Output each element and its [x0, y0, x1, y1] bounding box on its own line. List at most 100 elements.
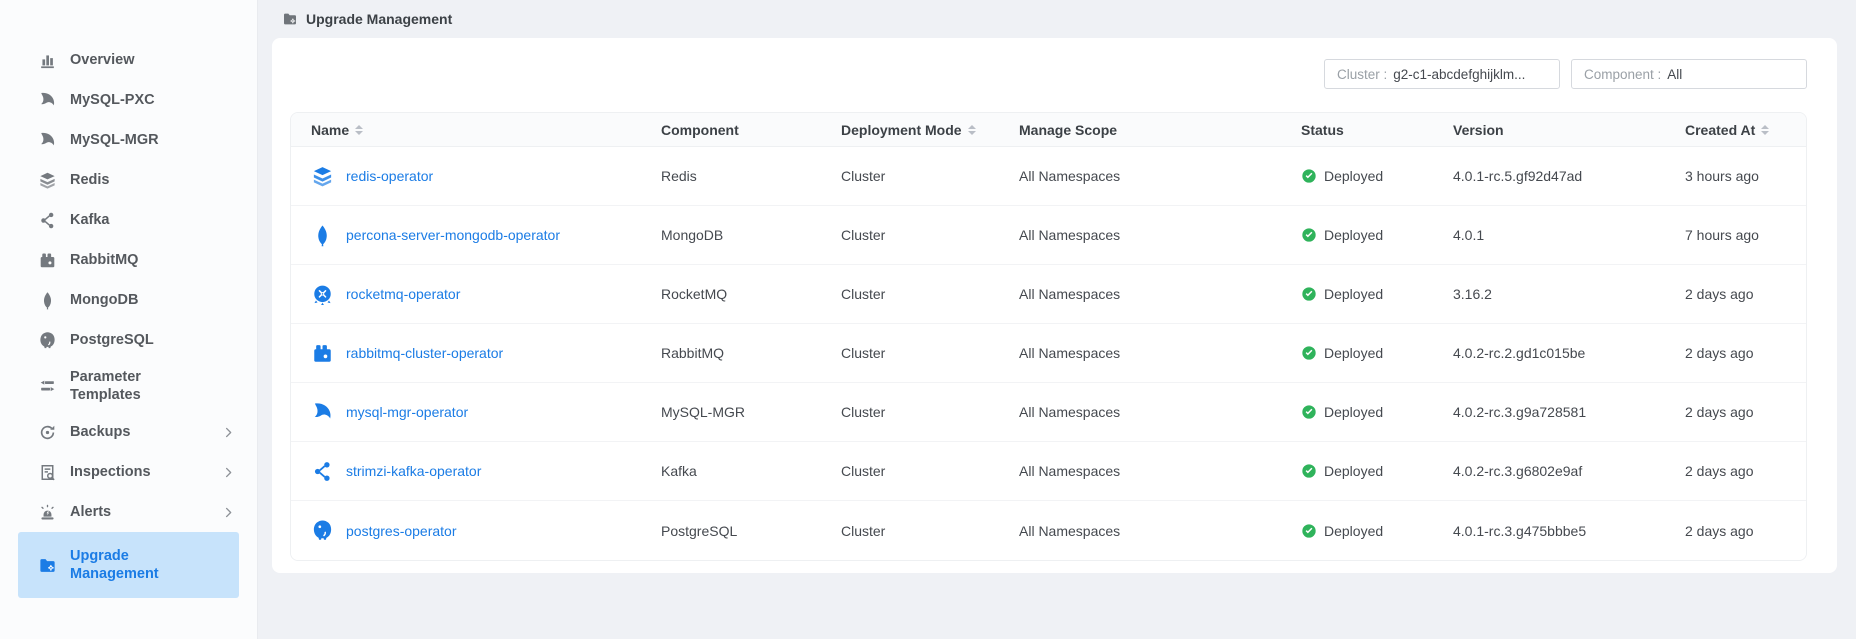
deployed-status-icon — [1301, 463, 1317, 479]
rabbitmq-icon — [311, 342, 334, 365]
component-select-label: Component : — [1584, 67, 1661, 82]
column-header-deployment-mode[interactable]: Deployment Mode — [841, 122, 1019, 138]
sort-icon[interactable] — [968, 125, 976, 135]
sidebar-item-parameter-templates[interactable]: Parameter Templates — [18, 360, 239, 412]
sidebar-item-backups[interactable]: Backups — [18, 412, 239, 452]
deployed-status-icon — [1301, 345, 1317, 361]
status-cell: Deployed — [1301, 404, 1453, 420]
operator-link[interactable]: mysql-mgr-operator — [346, 404, 468, 420]
operator-link[interactable]: redis-operator — [346, 168, 433, 184]
deployed-status-icon — [1301, 404, 1317, 420]
column-header-component: Component — [661, 122, 841, 138]
sidebar-item-label: MySQL-PXC — [70, 91, 155, 109]
manage-scope-cell: All Namespaces — [1019, 168, 1301, 184]
parameter-templates-icon — [38, 377, 57, 396]
sort-icon[interactable] — [1761, 125, 1769, 135]
created-at-cell: 7 hours ago — [1685, 227, 1806, 243]
mongodb-leaf-icon — [311, 224, 334, 247]
version-cell: 4.0.1 — [1453, 227, 1685, 243]
alerts-siren-icon — [38, 503, 57, 522]
operator-link[interactable]: postgres-operator — [346, 523, 457, 539]
rabbitmq-icon — [38, 251, 57, 270]
manage-scope-cell: All Namespaces — [1019, 227, 1301, 243]
manage-scope-cell: All Namespaces — [1019, 286, 1301, 302]
sidebar-item-alerts[interactable]: Alerts — [18, 492, 239, 532]
created-at-cell: 2 days ago — [1685, 463, 1806, 479]
sidebar-item-label: Overview — [70, 51, 135, 69]
deployment-mode-cell: Cluster — [841, 286, 1019, 302]
sidebar-item-rabbitmq[interactable]: RabbitMQ — [18, 240, 239, 280]
column-header-created-at[interactable]: Created At — [1685, 122, 1806, 138]
status-cell: Deployed — [1301, 523, 1453, 539]
deployment-mode-cell: Cluster — [841, 345, 1019, 361]
operator-link[interactable]: strimzi-kafka-operator — [346, 463, 481, 479]
postgresql-elephant-icon — [311, 519, 334, 542]
deployment-mode-cell: Cluster — [841, 227, 1019, 243]
manage-scope-cell: All Namespaces — [1019, 404, 1301, 420]
breadcrumb-label: Upgrade Management — [306, 11, 452, 27]
status-label: Deployed — [1324, 404, 1383, 420]
table-header-row: Name Component Deployment Mode Manage Sc… — [291, 113, 1806, 147]
created-at-cell: 2 days ago — [1685, 404, 1806, 420]
sidebar-item-label: PostgreSQL — [70, 331, 154, 349]
deployment-mode-cell: Cluster — [841, 463, 1019, 479]
bar-chart-icon — [38, 51, 57, 70]
upgrade-folder-gear-icon — [38, 556, 57, 575]
mysql-dolphin-icon — [311, 401, 334, 424]
sidebar-item-kafka[interactable]: Kafka — [18, 200, 239, 240]
sidebar-item-overview[interactable]: Overview — [18, 40, 239, 80]
operator-link[interactable]: rabbitmq-cluster-operator — [346, 345, 503, 361]
component-cell: PostgreSQL — [661, 523, 841, 539]
status-cell: Deployed — [1301, 345, 1453, 361]
upgrade-management-icon — [282, 11, 298, 27]
component-select-value: All — [1667, 67, 1682, 82]
deployed-status-icon — [1301, 168, 1317, 184]
status-label: Deployed — [1324, 286, 1383, 302]
created-at-cell: 2 days ago — [1685, 286, 1806, 302]
manage-scope-cell: All Namespaces — [1019, 345, 1301, 361]
sidebar-item-label: Parameter Templates — [70, 368, 198, 404]
mysql-dolphin-icon — [38, 91, 57, 110]
column-header-name[interactable]: Name — [311, 122, 661, 138]
filter-toolbar: Cluster : g2-c1-abcdefghijklm... Compone… — [1324, 59, 1807, 89]
table-row: mysql-mgr-operator MySQL-MGR Cluster All… — [291, 383, 1806, 442]
sidebar-item-inspections[interactable]: Inspections — [18, 452, 239, 492]
sidebar-item-postgresql[interactable]: PostgreSQL — [18, 320, 239, 360]
operator-link[interactable]: rocketmq-operator — [346, 286, 460, 302]
deployed-status-icon — [1301, 227, 1317, 243]
rocketmq-icon — [311, 283, 334, 306]
status-label: Deployed — [1324, 463, 1383, 479]
column-header-manage-scope: Manage Scope — [1019, 122, 1301, 138]
operator-link[interactable]: percona-server-mongodb-operator — [346, 227, 560, 243]
component-cell: MongoDB — [661, 227, 841, 243]
created-at-cell: 2 days ago — [1685, 345, 1806, 361]
sidebar-item-mongodb[interactable]: MongoDB — [18, 280, 239, 320]
kafka-icon — [311, 460, 334, 483]
sidebar-item-upgrade-management[interactable]: Upgrade Management — [18, 532, 239, 598]
backups-refresh-icon — [38, 423, 57, 442]
version-cell: 4.0.2-rc.3.g6802e9af — [1453, 463, 1685, 479]
deployment-mode-cell: Cluster — [841, 523, 1019, 539]
mongodb-leaf-icon — [38, 291, 57, 310]
column-header-status: Status — [1301, 122, 1453, 138]
sort-icon[interactable] — [355, 125, 363, 135]
version-cell: 3.16.2 — [1453, 286, 1685, 302]
version-cell: 4.0.2-rc.3.g9a728581 — [1453, 404, 1685, 420]
status-label: Deployed — [1324, 345, 1383, 361]
breadcrumb: Upgrade Management — [282, 0, 452, 38]
table-row: rabbitmq-cluster-operator RabbitMQ Clust… — [291, 324, 1806, 383]
status-cell: Deployed — [1301, 463, 1453, 479]
manage-scope-cell: All Namespaces — [1019, 463, 1301, 479]
version-cell: 4.0.1-rc.5.gf92d47ad — [1453, 168, 1685, 184]
cluster-select[interactable]: Cluster : g2-c1-abcdefghijklm... — [1324, 59, 1560, 89]
sidebar-item-redis[interactable]: Redis — [18, 160, 239, 200]
cluster-select-label: Cluster : — [1337, 67, 1387, 82]
sidebar-item-mysql-mgr[interactable]: MySQL-MGR — [18, 120, 239, 160]
status-label: Deployed — [1324, 168, 1383, 184]
component-select[interactable]: Component : All — [1571, 59, 1807, 89]
sidebar-item-label: Upgrade Management — [70, 547, 198, 583]
sidebar-item-mysql-pxc[interactable]: MySQL-PXC — [18, 80, 239, 120]
created-at-cell: 2 days ago — [1685, 523, 1806, 539]
sidebar-item-label: MySQL-MGR — [70, 131, 159, 149]
sidebar-item-label: Kafka — [70, 211, 110, 229]
